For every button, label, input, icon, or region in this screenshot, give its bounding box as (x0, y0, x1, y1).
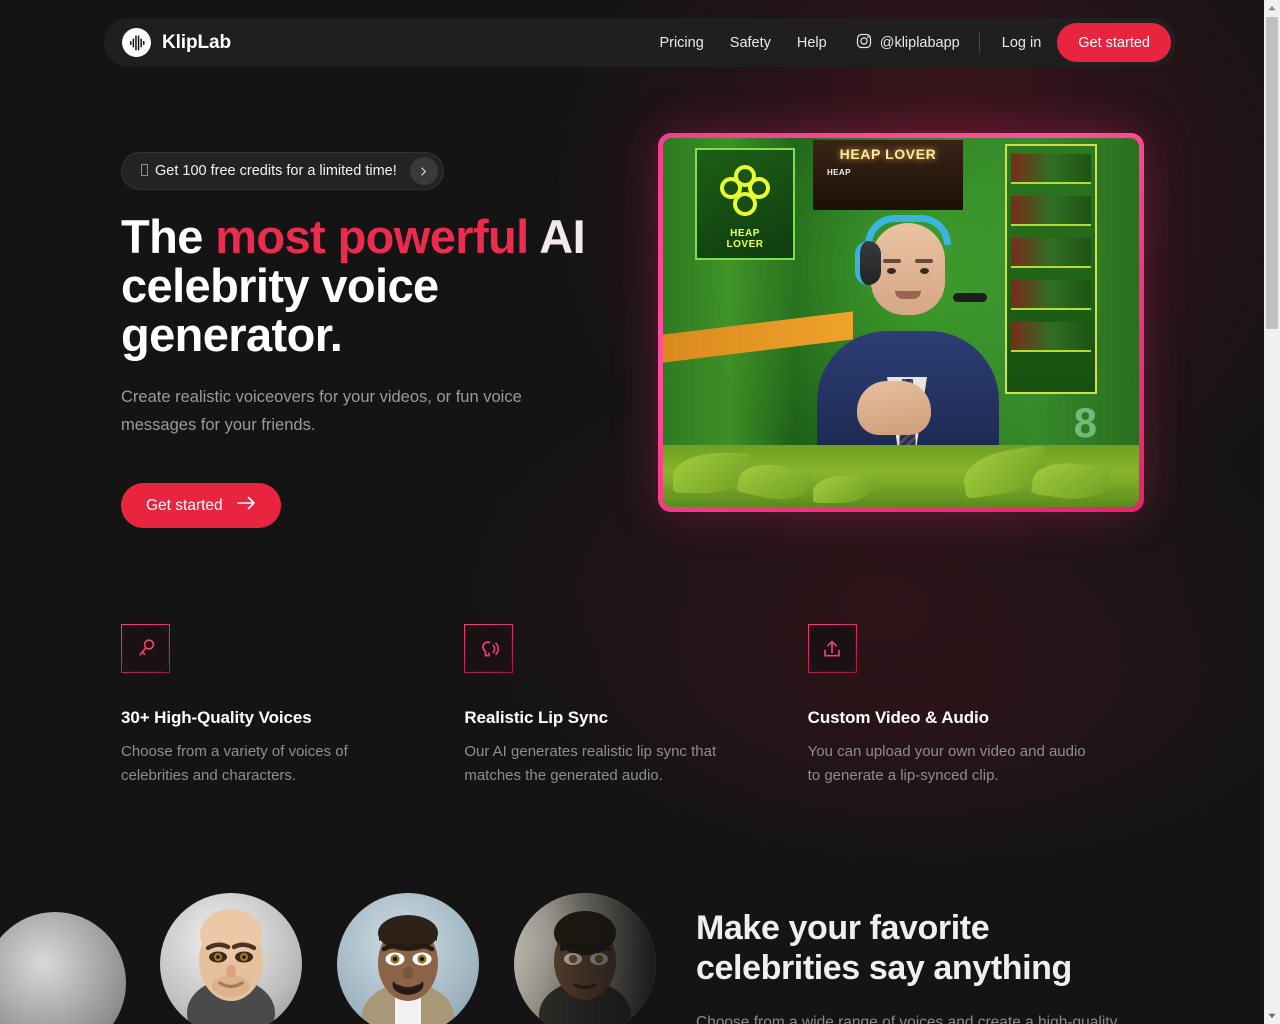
feature-description: Our AI generates realistic lip sync that… (464, 743, 717, 784)
feature-title: Realistic Lip Sync (464, 708, 609, 727)
headline-part1: The (121, 210, 216, 263)
bottom-title: Make your favorite celebrities say anyth… (696, 908, 1166, 988)
missing-glyph-icon (141, 164, 148, 176)
clover-logo-icon (719, 164, 771, 225)
bottom-section-copy: Make your favorite celebrities say anyth… (696, 908, 1166, 1024)
nav-get-started-button[interactable]: Get started (1057, 23, 1171, 62)
headline-line2: celebrity voice (121, 259, 439, 312)
nav-divider (978, 32, 980, 53)
waveform-circle-icon (122, 28, 151, 57)
video-inner-frame: HEAP LOVER HEAP LOVER HEAP 8 (663, 138, 1139, 507)
upload-icon (807, 624, 857, 673)
nav-link-help[interactable]: Help (784, 35, 840, 51)
avatar-celebrity-1[interactable] (160, 893, 302, 1024)
page-root: KlipLab Pricing Safety Help @kliplabapp … (0, 0, 1264, 1024)
hero-get-started-button[interactable]: Get started (121, 483, 281, 528)
bottom-subtitle: Choose from a wide range of voices and c… (696, 1014, 1118, 1024)
avatar-celebrity-0[interactable] (0, 912, 126, 1024)
speaking-head-icon (464, 624, 514, 673)
headline-accent: most powerful (215, 210, 529, 263)
instagram-icon (856, 33, 872, 53)
hero-cta-label: Get started (146, 496, 223, 514)
person-headphone-cup (855, 241, 881, 285)
nav-link-instagram[interactable]: @kliplabapp (840, 33, 973, 53)
hero-video-thumbnail[interactable]: HEAP LOVER HEAP LOVER HEAP 8 (658, 133, 1144, 512)
feature-description: You can upload your own video and audio … (807, 743, 1086, 784)
instagram-handle: @kliplabapp (879, 34, 960, 51)
brand-name: KlipLab (162, 31, 231, 53)
feature-card-voices: 30+ High-Quality Voices Choose from a va… (121, 624, 464, 788)
arrow-right-icon (236, 496, 256, 515)
feature-title: 30+ High-Quality Voices (121, 708, 312, 727)
video-person (813, 201, 1003, 451)
hero-subtitle: Create realistic voiceovers for your vid… (121, 388, 522, 434)
scrollbar-thumb[interactable] (1266, 17, 1278, 329)
brand-logo[interactable]: KlipLab (122, 28, 231, 57)
hero-headline: The most powerful AI celebrity voice gener… (121, 212, 651, 359)
scroll-down-arrow-icon[interactable] (1264, 1008, 1280, 1024)
person-hands (857, 381, 931, 435)
nav-links-group: Pricing Safety Help @kliplabapp Log in G… (646, 23, 1171, 62)
bottom-title-line2: celebrities say anything (696, 949, 1072, 987)
headline-part2: AI (528, 210, 586, 263)
microphone-icon (121, 624, 170, 673)
nav-link-pricing[interactable]: Pricing (646, 35, 716, 51)
video-poster-panel: HEAP LOVER (695, 148, 795, 260)
headline-line3: generator. (121, 308, 343, 361)
page-scrollbar[interactable] (1264, 0, 1280, 1024)
feature-description: Choose from a variety of voices of celeb… (121, 743, 348, 784)
bottom-title-line1: Make your favorite (696, 909, 990, 947)
shelf-number: 8 (1073, 399, 1097, 446)
neon-sign-title: HEAP LOVER (839, 146, 937, 162)
video-neon-sign: HEAP LOVER HEAP (813, 140, 963, 210)
promo-badge[interactable]: Get 100 free credits for a limited time! (121, 152, 444, 190)
login-link[interactable]: Log in (986, 35, 1058, 51)
hero-left-column: Get 100 free credits for a limited time!… (121, 152, 651, 528)
nav-link-safety[interactable]: Safety (717, 35, 784, 51)
avatar-carousel[interactable] (0, 880, 672, 1024)
chevron-right-icon[interactable] (409, 157, 438, 185)
person-microphone (953, 293, 987, 302)
scroll-up-arrow-icon[interactable] (1264, 0, 1280, 16)
features-section: 30+ High-Quality Voices Choose from a va… (121, 624, 1151, 788)
video-foreground-plants (663, 444, 1139, 507)
poster-text: HEAP LOVER (726, 228, 764, 250)
promo-badge-text: Get 100 free credits for a limited time! (141, 163, 397, 179)
person-headphone-band (865, 215, 951, 245)
feature-card-custom-media: Custom Video & Audio You can upload your… (807, 624, 1151, 788)
avatar-celebrity-3[interactable] (514, 893, 656, 1024)
video-bookshelf (1005, 144, 1097, 394)
feature-title: Custom Video & Audio (807, 708, 989, 727)
navbar: KlipLab Pricing Safety Help @kliplabapp … (104, 18, 1176, 67)
neon-sign-subtitle: HEAP (827, 168, 851, 177)
avatar-celebrity-2[interactable] (337, 893, 479, 1024)
feature-card-lipsync: Realistic Lip Sync Our AI generates real… (464, 624, 807, 788)
